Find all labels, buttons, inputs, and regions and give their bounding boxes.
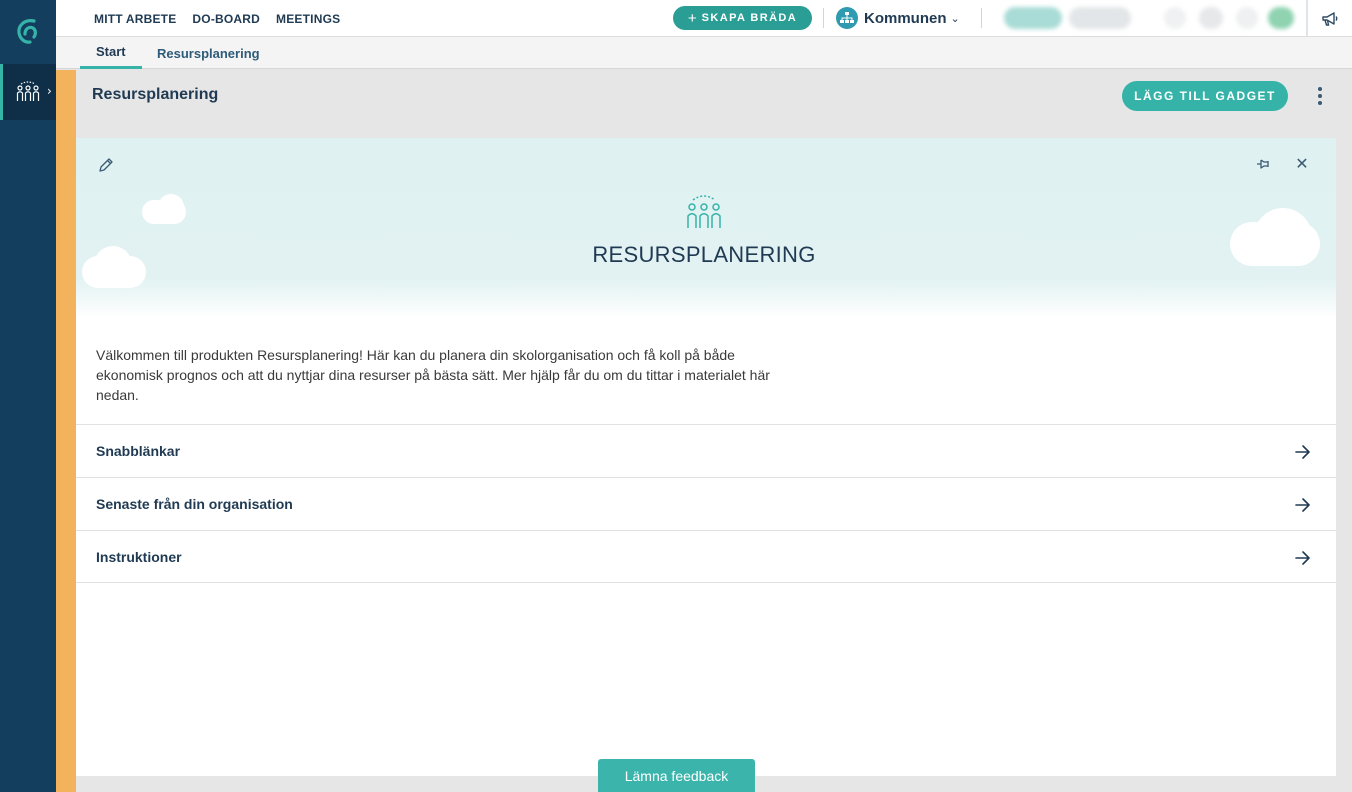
nav-mitt-arbete[interactable]: MITT ARBETE (94, 12, 176, 26)
list-item-senaste[interactable]: Senaste från din organisation (76, 477, 1336, 530)
announcements-button[interactable] (1306, 0, 1352, 37)
people-group-icon (687, 195, 721, 228)
link-list: Snabblänkar Senaste från din organisatio… (76, 424, 1336, 583)
blurred-icon[interactable] (1199, 7, 1223, 29)
gadget-card: ✕ RESURSPLANERING Välkommen till produkt… (76, 138, 1336, 776)
blurred-avatar[interactable] (1268, 7, 1294, 29)
chevron-right-icon: › (47, 84, 52, 98)
divider (823, 8, 824, 28)
nav-do-board[interactable]: DO-BOARD (192, 12, 260, 26)
rail-item-resursplanering[interactable]: › (0, 64, 56, 120)
list-item-label: Senaste från din organisation (96, 496, 293, 512)
chevron-down-icon: ⌄ (950, 11, 960, 25)
close-icon[interactable]: ✕ (1292, 154, 1312, 174)
pin-icon[interactable] (1254, 155, 1272, 173)
divider (981, 8, 982, 28)
left-nav-rail: › (0, 0, 56, 792)
tab-start[interactable]: Start (80, 37, 142, 69)
sub-tabs: Start Resursplanering (56, 37, 1352, 69)
list-item-instruktioner[interactable]: Instruktioner (76, 530, 1336, 583)
people-group-icon (16, 81, 40, 101)
arrow-right-icon (1295, 445, 1310, 459)
nav-meetings[interactable]: MEETINGS (276, 12, 340, 26)
blurred-icon[interactable] (1164, 7, 1186, 29)
gadget-title: RESURSPLANERING (592, 242, 816, 267)
blurred-user-avatar[interactable] (1069, 7, 1131, 29)
create-board-button[interactable]: + SKAPA BRÄDA (673, 6, 812, 30)
top-nav: MITT ARBETE DO-BOARD MEETINGS (94, 0, 340, 37)
app-logo-icon[interactable] (14, 16, 42, 46)
megaphone-icon (1322, 11, 1338, 26)
create-board-label: SKAPA BRÄDA (701, 12, 798, 24)
pencil-icon[interactable] (96, 155, 116, 175)
arrow-right-icon (1295, 551, 1310, 565)
cloud-decoration (158, 194, 184, 220)
list-item-label: Instruktioner (96, 548, 182, 565)
org-label: Kommunen (864, 9, 947, 27)
list-item-snabblankar[interactable]: Snabblänkar (76, 424, 1336, 477)
kebab-menu-icon[interactable] (1311, 86, 1329, 106)
feedback-button[interactable]: Lämna feedback (598, 759, 755, 792)
arrow-right-icon (1295, 498, 1310, 512)
org-selector[interactable]: Kommunen ⌄ (836, 6, 960, 30)
plus-icon: + (687, 9, 697, 27)
blurred-icon[interactable] (1236, 7, 1258, 29)
intro-text: Välkommen till produkten Resursplanering… (96, 347, 770, 403)
list-item-label: Snabblänkar (96, 443, 181, 459)
add-gadget-button[interactable]: LÄGG TILL GADGET (1122, 81, 1288, 111)
tab-resursplanering[interactable]: Resursplanering (157, 37, 260, 69)
gadget-hero: ✕ RESURSPLANERING (76, 138, 1336, 318)
board-color-stripe (56, 70, 76, 792)
top-bar: MITT ARBETE DO-BOARD MEETINGS + SKAPA BR… (56, 0, 1352, 37)
page-title: Resursplanering (92, 86, 219, 103)
blurred-user-avatar[interactable] (1004, 7, 1062, 29)
org-chart-icon (836, 7, 858, 29)
